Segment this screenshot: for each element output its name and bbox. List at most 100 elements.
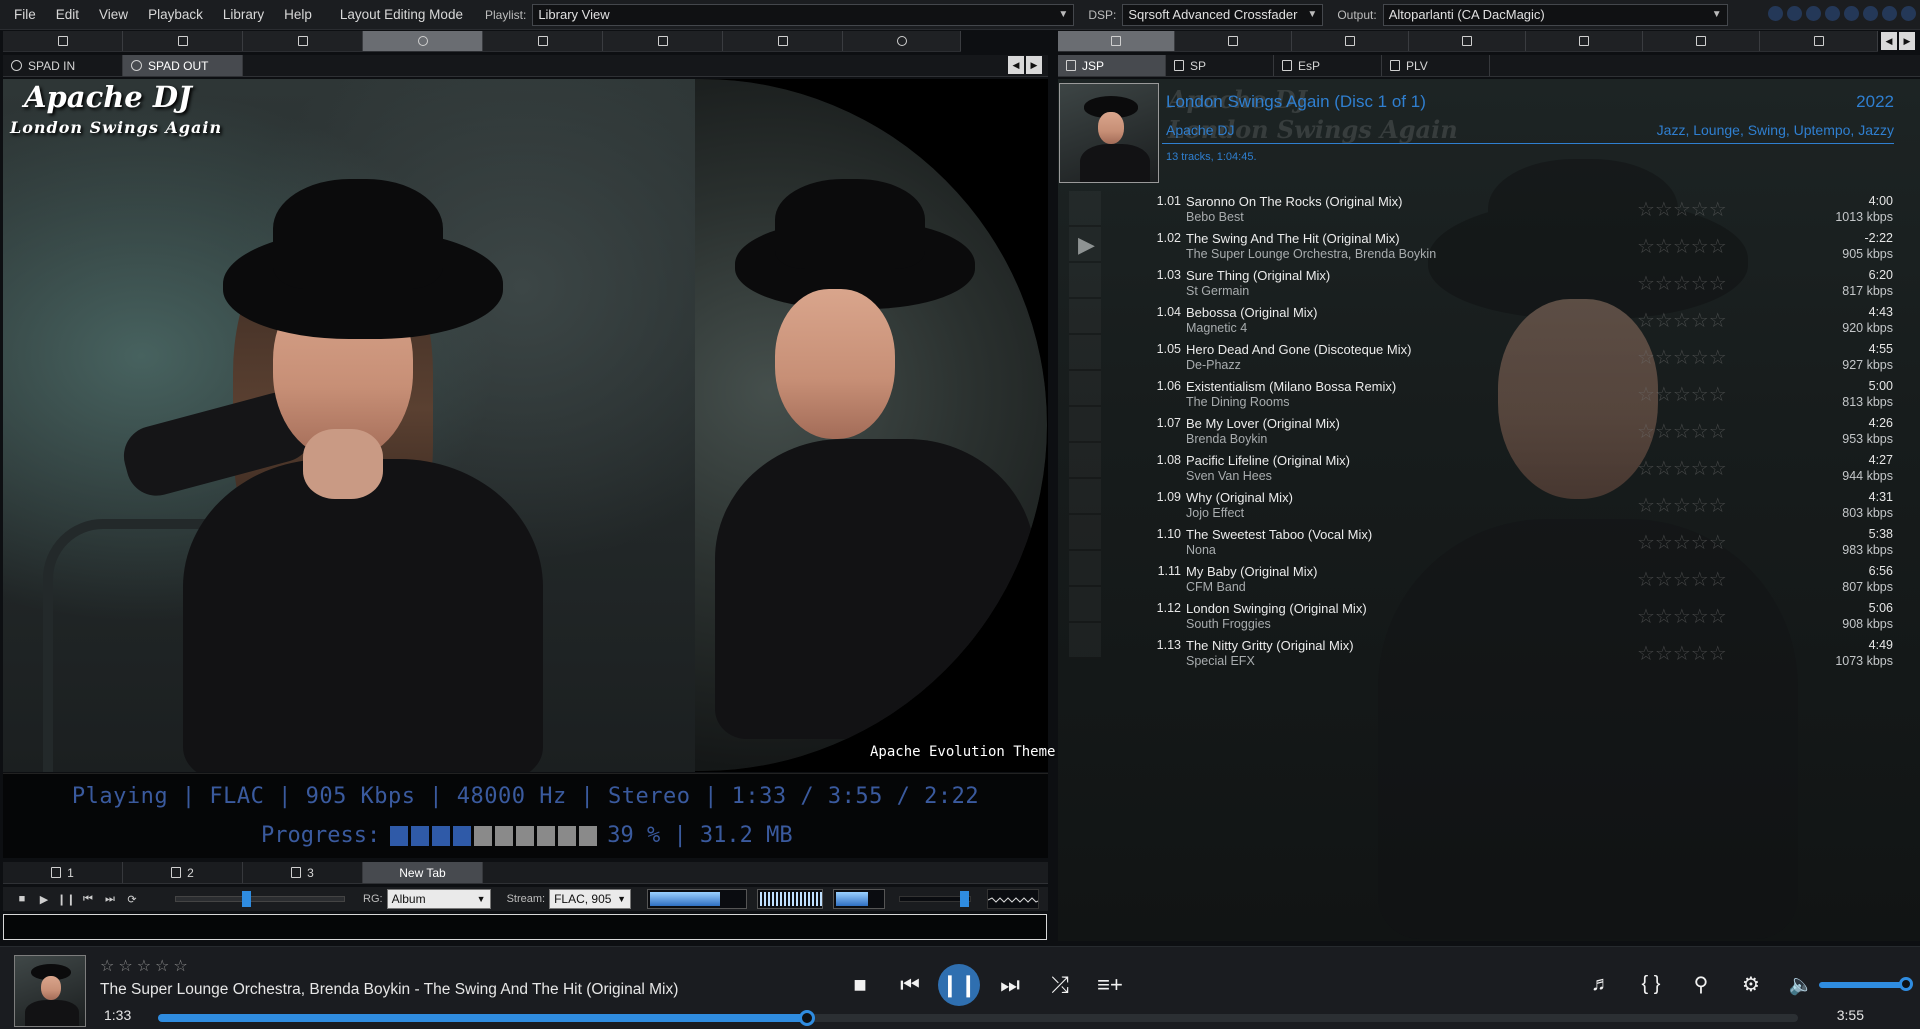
toolstrip-button-8[interactable] [843, 31, 961, 51]
track-rating[interactable]: ☆☆☆☆☆ [1637, 197, 1727, 222]
tab-esp[interactable]: EsP [1274, 55, 1382, 76]
track-row[interactable]: 1.08 Pacific Lifeline (Original Mix) Sven … [1103, 451, 1895, 488]
track-rating[interactable]: ☆☆☆☆☆ [1637, 641, 1727, 666]
toolstrip-button-4[interactable] [363, 31, 483, 51]
menu-library[interactable]: Library [213, 0, 274, 30]
shuffle-button[interactable]: ⤮ [1042, 967, 1078, 1003]
rg-select[interactable]: Album ▼ [386, 889, 491, 909]
dsp-select[interactable]: Sqrsoft Advanced Crossfader ▼ [1122, 3, 1324, 26]
tray-icon[interactable] [1825, 6, 1840, 21]
add-to-queue-button[interactable]: ≡+ [1092, 967, 1128, 1003]
menu-edit[interactable]: Edit [46, 0, 89, 30]
tray-icon[interactable] [1882, 6, 1897, 21]
track-rating[interactable]: ☆☆☆☆☆ [1637, 345, 1727, 370]
menu-file[interactable]: File [0, 0, 46, 30]
track-row[interactable]: 1.11 My Baby (Original Mix) CFM Band ☆☆☆☆☆ 6… [1103, 562, 1895, 599]
toolstrip-button-1[interactable] [3, 31, 123, 51]
right-toolstrip-button-3[interactable] [1292, 31, 1409, 51]
mini-seek-knob[interactable] [242, 891, 251, 907]
mini-random-icon[interactable]: ⟳ [123, 893, 141, 906]
toolstrip-button-2[interactable] [123, 31, 243, 51]
volume-knob[interactable] [960, 891, 970, 907]
arrow-left-icon[interactable]: ◀ [1008, 56, 1024, 74]
tab-plv[interactable]: PLV [1382, 55, 1490, 76]
pause-button[interactable]: ❙❙ [938, 964, 980, 1006]
next-button[interactable]: ⏭ [992, 967, 1028, 1003]
track-rating[interactable]: ☆☆☆☆☆ [1637, 456, 1727, 481]
settings-button[interactable]: ⚙ [1734, 967, 1768, 1001]
track-rating[interactable]: ☆☆☆☆☆ [1637, 604, 1727, 629]
arrow-right-icon[interactable]: ▶ [1899, 32, 1915, 50]
seek-bar-knob[interactable] [799, 1010, 816, 1026]
toolstrip-button-7[interactable] [723, 31, 843, 51]
right-toolstrip-button-7[interactable] [1760, 31, 1878, 51]
track-row[interactable]: 1.06 Existentialism (Milano Bossa Remix) T… [1103, 377, 1895, 414]
previous-button[interactable]: ⏮ [892, 967, 928, 1003]
right-toolstrip-button-1[interactable] [1058, 31, 1175, 51]
tab-sp[interactable]: SP [1166, 55, 1274, 76]
tray-icon[interactable] [1768, 6, 1783, 21]
search-button[interactable]: ⚲ [1684, 967, 1718, 1001]
lower-tab-new[interactable]: New Tab [363, 862, 483, 883]
tab-spad-in[interactable]: SPAD IN [3, 55, 123, 76]
track-rating[interactable]: ☆☆☆☆☆ [1637, 308, 1727, 333]
tray-icon[interactable] [1806, 6, 1821, 21]
braces-button[interactable]: { } [1634, 967, 1668, 1001]
toolstrip-button-6[interactable] [603, 31, 723, 51]
menu-playback[interactable]: Playback [138, 0, 213, 30]
menu-layout-editing-mode[interactable]: Layout Editing Mode [322, 0, 473, 30]
output-select[interactable]: Altoparlanti (CA DacMagic) ▼ [1382, 3, 1728, 26]
mini-next-icon[interactable]: ⏭ [101, 893, 119, 906]
mini-play-icon[interactable]: ▶ [35, 893, 53, 906]
right-toolstrip-button-4[interactable] [1409, 31, 1526, 51]
menu-help[interactable]: Help [274, 0, 322, 30]
track-row[interactable]: 1.09 Why (Original Mix) Jojo Effect ☆☆☆☆☆ 4:… [1103, 488, 1895, 525]
track-row[interactable]: 1.03 Sure Thing (Original Mix) St Germain ☆… [1103, 266, 1895, 303]
lower-tab-1[interactable]: 1 [3, 862, 123, 883]
track-row[interactable]: 1.07 Be My Lover (Original Mix) Brenda Boy… [1103, 414, 1895, 451]
arrow-left-icon[interactable]: ◀ [1881, 32, 1897, 50]
lower-tab-2[interactable]: 2 [123, 862, 243, 883]
arrow-right-icon[interactable]: ▶ [1026, 56, 1042, 74]
track-rating[interactable]: ☆☆☆☆☆ [1637, 419, 1727, 444]
stop-button[interactable]: ■ [842, 967, 878, 1003]
tab-jsp[interactable]: JSP [1058, 55, 1166, 76]
tray-icon[interactable] [1901, 6, 1916, 21]
volume-bar-knob[interactable] [1899, 977, 1913, 991]
toolstrip-button-5[interactable] [483, 31, 603, 51]
track-rating[interactable]: ☆☆☆☆☆ [1637, 234, 1727, 259]
tray-icon[interactable] [1863, 6, 1878, 21]
track-row[interactable]: 1.01 Saronno On The Rocks (Original Mix) B… [1103, 192, 1895, 229]
track-row[interactable]: 1.04 Bebossa (Original Mix) Magnetic 4 ☆☆☆☆… [1103, 303, 1895, 340]
now-playing-rating[interactable]: ☆☆☆☆☆ [100, 956, 192, 976]
mini-pause-icon[interactable]: ❙❙ [57, 893, 75, 906]
album-thumbnail[interactable] [1059, 83, 1159, 183]
track-row[interactable]: 1.13 The Nitty Gritty (Original Mix) Speci… [1103, 636, 1895, 673]
track-row[interactable]: 1.10 The Sweetest Taboo (Vocal Mix) Nona ☆☆… [1103, 525, 1895, 562]
track-rating[interactable]: ☆☆☆☆☆ [1637, 530, 1727, 555]
track-rating[interactable]: ☆☆☆☆☆ [1637, 493, 1727, 518]
track-rating[interactable]: ☆☆☆☆☆ [1637, 567, 1727, 592]
seek-bar[interactable] [158, 1010, 1798, 1026]
right-toolstrip-button-2[interactable] [1175, 31, 1292, 51]
volume-bar[interactable] [1819, 977, 1913, 991]
track-row[interactable]: 1.02 The Swing And The Hit (Original Mix)… [1103, 229, 1895, 266]
track-row[interactable]: 1.12 London Swinging (Original Mix) South … [1103, 599, 1895, 636]
right-toolstrip-button-5[interactable] [1526, 31, 1643, 51]
stream-select[interactable]: FLAC, 905 ▼ [549, 889, 632, 909]
lower-tab-3[interactable]: 3 [243, 862, 363, 883]
tray-icon[interactable] [1844, 6, 1859, 21]
mini-previous-icon[interactable]: ⏮ [79, 893, 97, 906]
menu-view[interactable]: View [89, 0, 138, 30]
tab-spad-out[interactable]: SPAD OUT [123, 55, 243, 76]
mini-stop-icon[interactable]: ■ [13, 893, 31, 905]
right-toolstrip-button-6[interactable] [1643, 31, 1760, 51]
mini-seek-slider[interactable] [175, 891, 345, 907]
track-rating[interactable]: ☆☆☆☆☆ [1637, 382, 1727, 407]
playlist-select[interactable]: Library View ▼ [532, 3, 1075, 26]
track-row[interactable]: 1.05 Hero Dead And Gone (Discoteque Mix) D… [1103, 340, 1895, 377]
volume-slider[interactable] [899, 891, 972, 907]
volume-button[interactable]: 🔈 [1784, 967, 1818, 1001]
track-rating[interactable]: ☆☆☆☆☆ [1637, 271, 1727, 296]
tray-icon[interactable] [1787, 6, 1802, 21]
